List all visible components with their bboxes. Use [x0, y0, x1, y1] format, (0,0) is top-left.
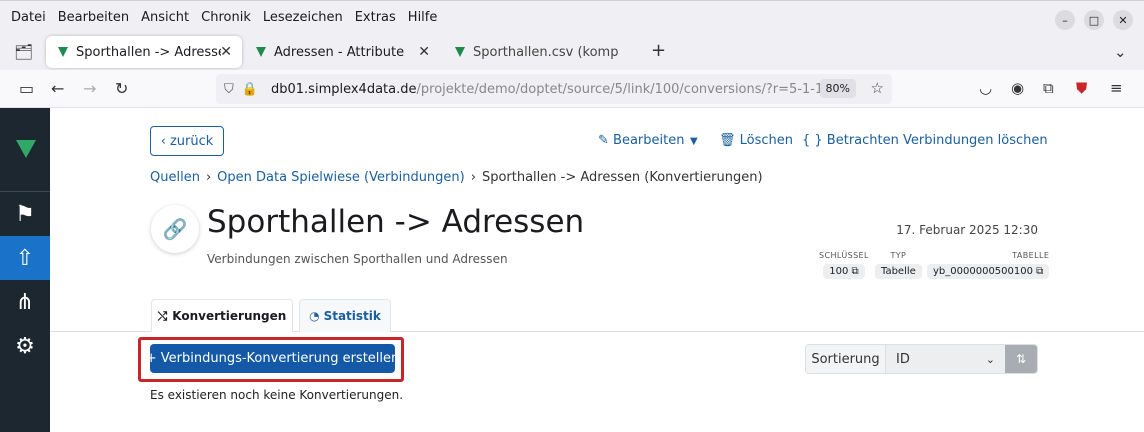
breadcrumb-current: Sporthallen -> Adressen (Konvertierungen…	[481, 170, 763, 185]
type-meta: TYP Tabelle	[875, 251, 922, 279]
tab-bar: 🗂 Sporthallen -> Adressen (Ve ✕ Adressen…	[0, 36, 1144, 70]
view-button[interactable]: { } Betrachten	[802, 133, 899, 148]
close-tab-icon[interactable]: ✕	[220, 44, 232, 60]
breadcrumb: Quellen › Open Data Spielwiese (Verbindung…	[150, 170, 763, 185]
close-window-icon[interactable]: ✕	[1113, 10, 1133, 30]
hamburger-menu-icon[interactable]: ≡	[1110, 79, 1123, 97]
sidebar-toggle-icon[interactable]: ▭	[19, 79, 34, 98]
key-meta: SCHLÜSSEL 100 ⧉	[819, 251, 869, 279]
menu-ansicht[interactable]: Ansicht	[141, 10, 189, 25]
delete-links-button[interactable]: Verbindungen löschen	[903, 133, 1048, 148]
upload-icon[interactable]: ⇧	[0, 236, 50, 280]
browser-tab-3[interactable]: Sporthallen.csv (komplett	[443, 36, 639, 68]
chevron-left-icon: ‹	[160, 133, 166, 149]
sort-select[interactable]: ID ⌄	[886, 345, 1005, 373]
chevron-right-icon: ›	[205, 170, 212, 185]
edit-button[interactable]: ✎ Bearbeiten	[598, 133, 684, 148]
close-tab-icon[interactable]: ✕	[418, 44, 430, 60]
link-icon: 🔗	[151, 205, 199, 253]
tab-title: Sporthallen -> Adressen (Ve	[76, 44, 221, 60]
key-value[interactable]: 100 ⧉	[823, 264, 865, 279]
chevron-down-icon: ⌄	[985, 352, 995, 366]
menu-lesezeichen[interactable]: Lesezeichen	[263, 10, 343, 25]
page-title: Sporthallen -> Adressen	[207, 204, 585, 240]
pencil-icon: ✎	[598, 133, 609, 148]
account-icon[interactable]: ◉	[1011, 79, 1024, 97]
app-logo[interactable]	[16, 140, 36, 158]
new-tab-icon[interactable]: +	[651, 40, 666, 61]
created-date: 17. Februar 2025 12:30	[896, 223, 1038, 237]
tab-statistics[interactable]: ◔ Statistik	[299, 299, 391, 332]
menu-hilfe[interactable]: Hilfe	[408, 10, 438, 25]
table-meta: TABELLE yb_0000000500100 ⧉	[927, 251, 1050, 279]
table-value[interactable]: yb_0000000500100 ⧉	[927, 264, 1050, 279]
tab-list-chevron-icon[interactable]: ⌄	[1114, 43, 1127, 61]
empty-state-text: Es existieren noch keine Konvertierungen…	[150, 388, 404, 402]
edit-dropdown-icon[interactable]: ▼	[690, 136, 698, 147]
sort-control: Sortierung ID ⌄ ⇅	[805, 344, 1038, 374]
back-arrow-icon[interactable]: ←	[51, 79, 64, 98]
shuffle-icon: ⤭	[157, 308, 168, 323]
url-bar[interactable]: ⛉ 🔒 db01.simplex4data.de/projekte/demo/d…	[216, 74, 892, 104]
back-button-label: zurück	[169, 133, 214, 149]
sort-label: Sortierung	[806, 345, 886, 373]
browser-tab-2[interactable]: Adressen - Attribute ✕	[244, 36, 440, 68]
edit-label: Bearbeiten	[613, 133, 685, 148]
delete-label: Löschen	[739, 133, 794, 148]
app-sidebar: ⚑ ⇧ ⋔ ⚙	[0, 108, 50, 432]
pocket-icon[interactable]: ◡	[979, 79, 992, 97]
type-value: Tabelle	[875, 264, 922, 279]
delete-button[interactable]: 🗑 Löschen	[719, 133, 793, 148]
ublock-icon[interactable]: ⛊	[1076, 79, 1087, 97]
site-favicon-icon	[58, 47, 68, 57]
copy-icon: ⧉	[1036, 266, 1044, 277]
sort-direction-icon[interactable]: ⇅	[1005, 345, 1037, 373]
pie-chart-icon: ◔	[309, 309, 320, 323]
tab-title: Adressen - Attribute	[274, 44, 405, 60]
url-text[interactable]: db01.simplex4data.de/projekte/demo/dopte…	[271, 82, 840, 97]
minimize-icon[interactable]: –	[1055, 10, 1075, 30]
maximize-icon[interactable]: □	[1084, 10, 1104, 30]
key-label: SCHLÜSSEL	[819, 251, 869, 260]
breadcrumb-parent[interactable]: Open Data Spielwiese (Verbindungen)	[217, 170, 465, 185]
add-conversion-button[interactable]: + Verbindungs-Konvertierung erstellen	[146, 344, 399, 373]
extensions-icon[interactable]: ⧉	[1043, 79, 1054, 97]
table-label: TABELLE	[1012, 251, 1050, 260]
page-tabs: ⤭ Konvertierungen ◔ Statistik	[0, 299, 1144, 332]
tab-conversions[interactable]: ⤭ Konvertierungen	[151, 299, 293, 332]
bookmark-star-icon[interactable]: ☆	[871, 79, 884, 97]
browser-tab-1[interactable]: Sporthallen -> Adressen (Ve ✕	[46, 36, 242, 68]
copy-icon: ⧉	[851, 266, 859, 277]
menu-bearbeiten[interactable]: Bearbeiten	[58, 10, 129, 25]
site-favicon-icon	[256, 47, 266, 57]
menu-list: Datei Bearbeiten Ansicht Chronik Lesezei…	[11, 10, 449, 25]
trash-icon: 🗑	[719, 133, 736, 148]
tab-title: Sporthallen.csv (komplett	[473, 44, 618, 60]
menu-datei[interactable]: Datei	[11, 10, 46, 25]
menu-chronik[interactable]: Chronik	[201, 10, 251, 25]
forward-arrow-icon[interactable]: →	[83, 79, 96, 98]
page-subtitle: Verbindungen zwischen Sporthallen und Ad…	[207, 252, 508, 266]
back-button[interactable]: ‹ zurück	[150, 126, 224, 156]
signpost-icon[interactable]: ⚑	[0, 192, 50, 236]
site-favicon-icon	[455, 47, 465, 57]
navigation-bar: ▭ ← → ↻ ⛉ 🔒 db01.simplex4data.de/projekt…	[0, 70, 1144, 108]
chevron-right-icon: ›	[470, 170, 476, 185]
tab-overview-icon[interactable]: 🗂	[14, 43, 33, 61]
type-label: TYP	[890, 251, 907, 260]
zoom-level[interactable]: 80%	[819, 79, 856, 98]
menu-bar: Datei Bearbeiten Ansicht Chronik Lesezei…	[0, 0, 1144, 36]
menu-extras[interactable]: Extras	[355, 10, 396, 25]
shield-icon[interactable]: ⛉	[224, 82, 234, 97]
reload-icon[interactable]: ↻	[115, 79, 128, 98]
breadcrumb-root[interactable]: Quellen	[150, 170, 200, 185]
lock-icon[interactable]: 🔒	[242, 82, 258, 97]
